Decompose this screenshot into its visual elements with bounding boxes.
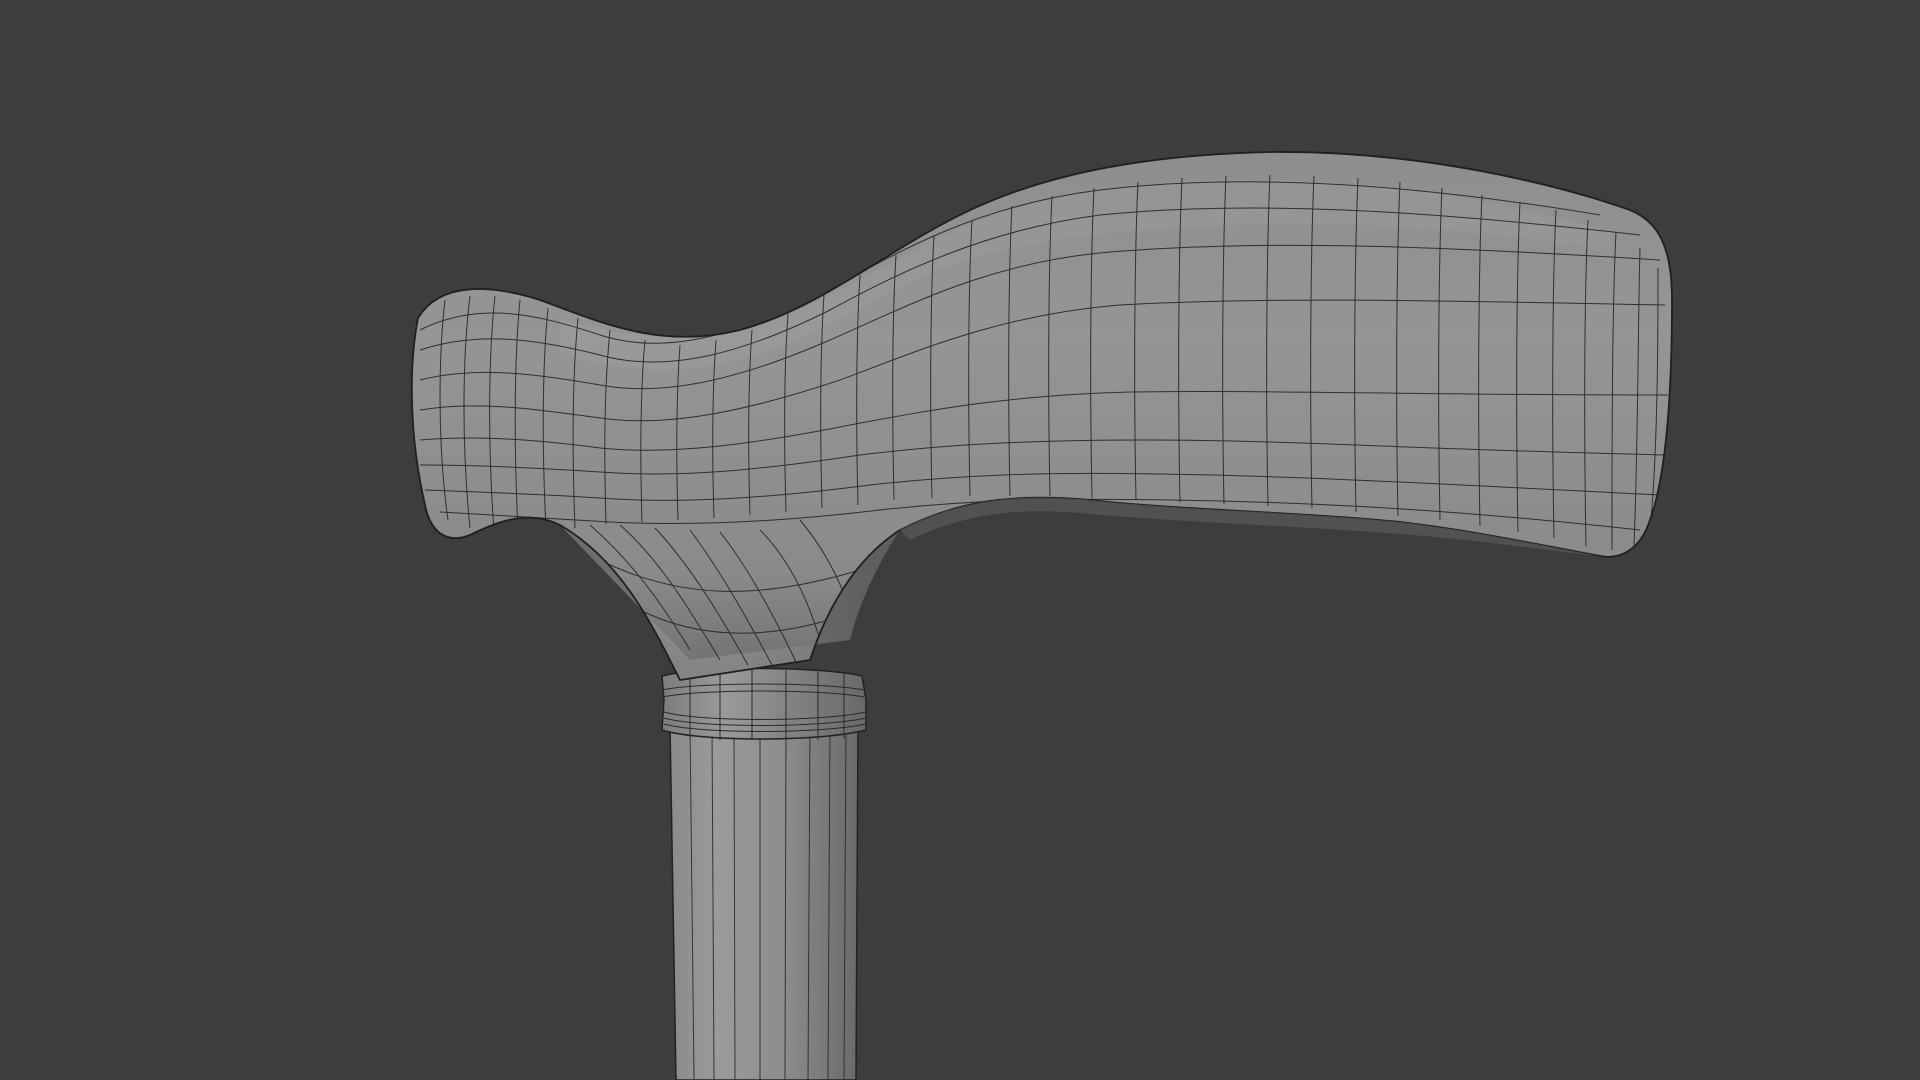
cane-shaft bbox=[669, 724, 859, 1080]
cane-handle bbox=[410, 151, 1673, 681]
3d-viewport[interactable] bbox=[0, 0, 1920, 1080]
mesh-render bbox=[410, 151, 1673, 1080]
